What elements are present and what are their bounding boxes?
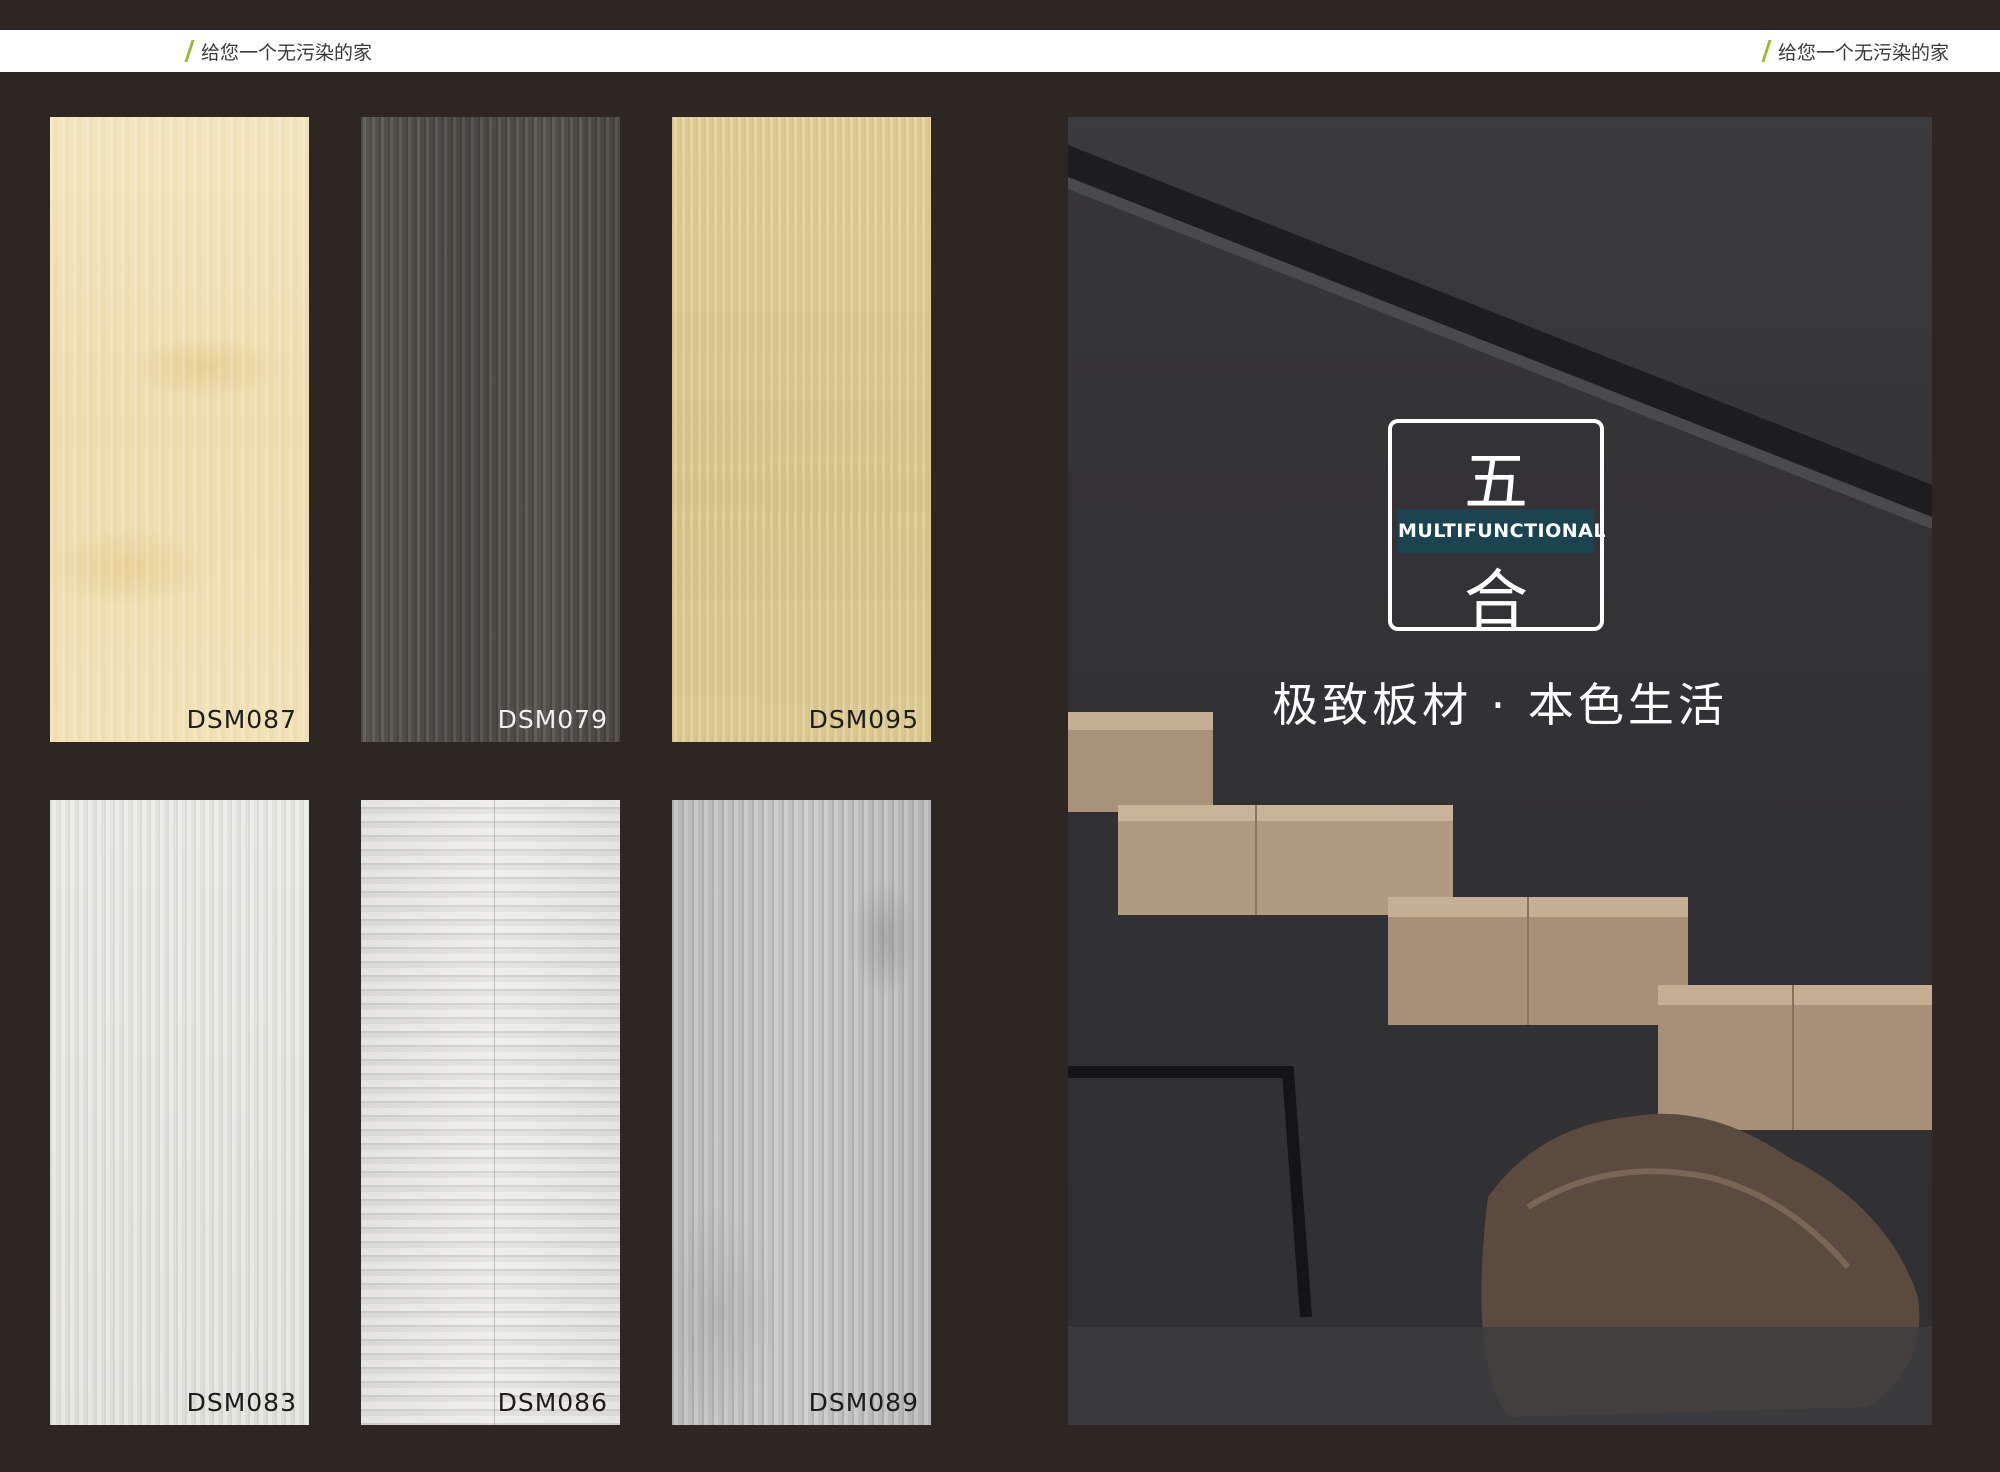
top-header-bar: 给您一个无污染的家 给您一个无污染的家 (0, 30, 2000, 72)
swatch-code: DSM086 (497, 1388, 608, 1417)
swatch-code: DSM087 (186, 705, 297, 734)
tagline-left-text: 给您一个无污染的家 (201, 42, 373, 64)
swatch-code: DSM089 (808, 1388, 919, 1417)
slogan: 极致板材 · 本色生活 (1272, 678, 1728, 732)
staircase-photo: 五 MULTIFUNCTIONAL 合 极致板材 · 本色生活 (1068, 117, 1932, 1425)
wood-swatch-4: DSM083 (50, 800, 309, 1425)
tagline-left: 给您一个无污染的家 (184, 38, 373, 65)
wood-swatch-2: DSM079 (361, 117, 620, 742)
wood-swatch-5: DSM086 (361, 800, 620, 1425)
logo-bottom-char: 合 (1464, 564, 1528, 638)
tagline-right-text: 给您一个无污染的家 (1778, 42, 1950, 64)
tagline-right: 给您一个无污染的家 (1761, 38, 1950, 65)
swatch-code: DSM083 (186, 1388, 297, 1417)
wood-swatch-1: DSM087 (50, 117, 309, 742)
logo-band: MULTIFUNCTIONAL (1398, 509, 1605, 553)
wood-swatch-6: DSM089 (672, 800, 931, 1425)
staircase-illustration (1068, 145, 1932, 1425)
wood-swatch-3: DSM095 (672, 117, 931, 742)
multifunctional-logo: 五 MULTIFUNCTIONAL 合 (1388, 419, 1605, 638)
swatch-code: DSM079 (497, 705, 608, 734)
swatch-code: DSM095 (808, 705, 919, 734)
slash-accent-icon (1761, 40, 1772, 62)
slash-accent-icon (184, 40, 195, 62)
